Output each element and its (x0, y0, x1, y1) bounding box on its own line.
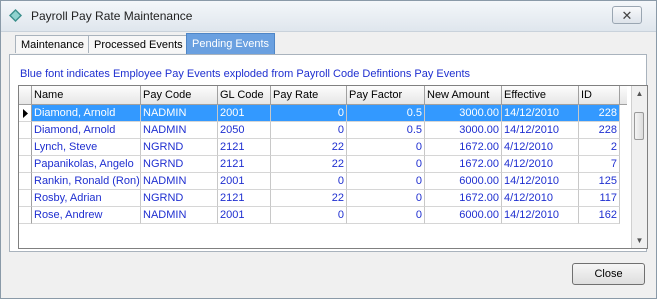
row-selector[interactable] (19, 122, 32, 139)
row-selector[interactable] (19, 105, 32, 122)
row-header-corner (19, 86, 32, 104)
tab-maintenance[interactable]: Maintenance (15, 35, 90, 53)
cell-gl-code[interactable]: 2050 (218, 122, 271, 139)
window: Payroll Pay Rate Maintenance ✕ Maintenan… (0, 0, 657, 299)
cell-name[interactable]: Diamond, Arnold (32, 105, 141, 122)
title-bar: Payroll Pay Rate Maintenance ✕ (1, 1, 656, 32)
window-title: Payroll Pay Rate Maintenance (31, 9, 193, 23)
cell-effective[interactable]: 14/12/2010 (502, 105, 579, 122)
cell-pay-factor[interactable]: 0 (347, 173, 425, 190)
cell-effective[interactable]: 14/12/2010 (502, 122, 579, 139)
cell-id[interactable]: 117 (579, 190, 620, 207)
cell-pay-rate[interactable]: 22 (271, 190, 347, 207)
row-selector[interactable] (19, 190, 32, 207)
cell-pay-factor[interactable]: 0 (347, 190, 425, 207)
column-header-pay-factor[interactable]: Pay Factor (347, 86, 425, 104)
cell-pay-factor[interactable]: 0.5 (347, 105, 425, 122)
cell-gl-code[interactable]: 2121 (218, 156, 271, 173)
cell-pay-code[interactable]: NADMIN (141, 207, 218, 224)
cell-id[interactable]: 125 (579, 173, 620, 190)
cell-effective[interactable]: 4/12/2010 (502, 156, 579, 173)
column-header-pay-rate[interactable]: Pay Rate (271, 86, 347, 104)
row-selector[interactable] (19, 207, 32, 224)
scroll-up-icon[interactable]: ▲ (632, 86, 647, 101)
cell-pay-code[interactable]: NADMIN (141, 173, 218, 190)
cell-pay-rate[interactable]: 0 (271, 122, 347, 139)
scroll-thumb[interactable] (634, 112, 644, 140)
cell-new-amount[interactable]: 6000.00 (425, 173, 502, 190)
cell-effective[interactable]: 4/12/2010 (502, 139, 579, 156)
grid-header: Name Pay Code GL Code Pay Rate Pay Facto… (19, 86, 627, 105)
cell-pay-rate[interactable]: 22 (271, 139, 347, 156)
cell-pay-code[interactable]: NGRND (141, 139, 218, 156)
cell-pay-code[interactable]: NGRND (141, 156, 218, 173)
cell-pay-rate[interactable]: 0 (271, 105, 347, 122)
cell-gl-code[interactable]: 2001 (218, 173, 271, 190)
row-selector[interactable] (19, 173, 32, 190)
cell-name[interactable]: Rankin, Ronald (Ron) (32, 173, 141, 190)
cell-name[interactable]: Diamond, Arnold (32, 122, 141, 139)
cell-pay-rate[interactable]: 0 (271, 207, 347, 224)
tab-processed-events[interactable]: Processed Events (88, 35, 189, 53)
column-header-pay-code[interactable]: Pay Code (141, 86, 218, 104)
cell-name[interactable]: Rosby, Adrian (32, 190, 141, 207)
cell-gl-code[interactable]: 2121 (218, 190, 271, 207)
column-header-gl-code[interactable]: GL Code (218, 86, 271, 104)
cell-pay-code[interactable]: NGRND (141, 190, 218, 207)
cell-new-amount[interactable]: 1672.00 (425, 190, 502, 207)
column-header-new-amount[interactable]: New Amount (425, 86, 502, 104)
scroll-down-icon[interactable]: ▼ (632, 233, 647, 248)
table-row[interactable]: Rosby, Adrian NGRND 2121 22 0 1672.00 4/12/201… (19, 190, 627, 207)
cell-pay-rate[interactable]: 0 (271, 173, 347, 190)
vertical-scrollbar[interactable]: ▲ ▼ (631, 86, 647, 248)
cell-id[interactable]: 162 (579, 207, 620, 224)
table-row[interactable]: Diamond, Arnold NADMIN 2050 0 0.5 3000.00 14/1… (19, 122, 627, 139)
table-row[interactable]: Rose, Andrew NADMIN 2001 0 0 6000.00 14/12/201… (19, 207, 627, 224)
cell-new-amount[interactable]: 1672.00 (425, 139, 502, 156)
table-row[interactable]: Lynch, Steve NGRND 2121 22 0 1672.00 4/12/2010… (19, 139, 627, 156)
cell-pay-code[interactable]: NADMIN (141, 105, 218, 122)
info-text: Blue font indicates Employee Pay Events … (20, 68, 471, 80)
cell-gl-code[interactable]: 2121 (218, 139, 271, 156)
cell-pay-code[interactable]: NADMIN (141, 122, 218, 139)
column-header-id[interactable]: ID (579, 86, 620, 104)
app-diamond-icon (9, 9, 22, 22)
cell-pay-rate[interactable]: 22 (271, 156, 347, 173)
row-selector[interactable] (19, 139, 32, 156)
window-close-icon[interactable]: ✕ (612, 6, 642, 24)
close-button[interactable]: Close (572, 263, 645, 285)
cell-new-amount[interactable]: 6000.00 (425, 207, 502, 224)
cell-pay-factor[interactable]: 0 (347, 207, 425, 224)
cell-name[interactable]: Lynch, Steve (32, 139, 141, 156)
cell-name[interactable]: Rose, Andrew (32, 207, 141, 224)
cell-effective[interactable]: 4/12/2010 (502, 190, 579, 207)
cell-gl-code[interactable]: 2001 (218, 105, 271, 122)
column-header-effective[interactable]: Effective (502, 86, 579, 104)
cell-id[interactable]: 2 (579, 139, 620, 156)
cell-effective[interactable]: 14/12/2010 (502, 173, 579, 190)
cell-new-amount[interactable]: 3000.00 (425, 122, 502, 139)
cell-name[interactable]: Papanikolas, Angelo (32, 156, 141, 173)
row-selector[interactable] (19, 156, 32, 173)
cell-pay-factor[interactable]: 0 (347, 156, 425, 173)
cell-new-amount[interactable]: 3000.00 (425, 105, 502, 122)
cell-pay-factor[interactable]: 0 (347, 139, 425, 156)
cell-id[interactable]: 7 (579, 156, 620, 173)
cell-id[interactable]: 228 (579, 105, 620, 122)
tab-pending-events[interactable]: Pending Events (186, 33, 276, 54)
table-row[interactable]: Diamond, Arnold NADMIN 2001 0 0.5 3000.00 14/1… (19, 105, 627, 122)
cell-id[interactable]: 228 (579, 122, 620, 139)
cell-new-amount[interactable]: 1672.00 (425, 156, 502, 173)
current-row-arrow-icon (23, 109, 28, 118)
column-header-name[interactable]: Name (32, 86, 141, 104)
cell-pay-factor[interactable]: 0.5 (347, 122, 425, 139)
table-row[interactable]: Rankin, Ronald (Ron) NADMIN 2001 0 0 6000.00 1… (19, 173, 627, 190)
pending-events-grid[interactable]: Name Pay Code GL Code Pay Rate Pay Facto… (18, 85, 648, 249)
table-row[interactable]: Papanikolas, Angelo NGRND 2121 22 0 1672.00 4/… (19, 156, 627, 173)
cell-effective[interactable]: 14/12/2010 (502, 207, 579, 224)
cell-gl-code[interactable]: 2001 (218, 207, 271, 224)
